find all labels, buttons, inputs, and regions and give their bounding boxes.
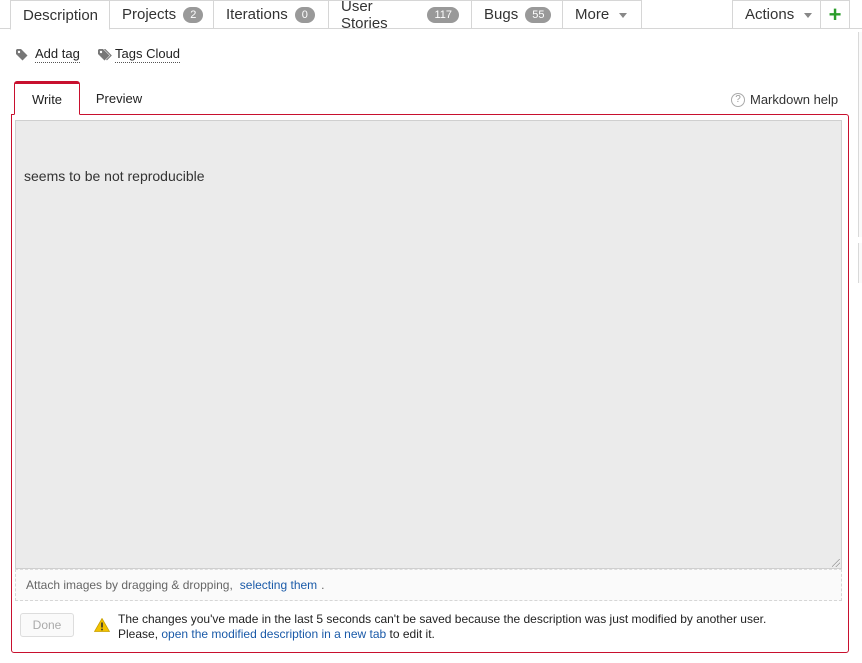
warning-suffix: to edit it.	[389, 627, 435, 641]
warning-prefix: Please,	[118, 627, 159, 641]
description-text: seems to be not reproducible	[24, 168, 205, 184]
markdown-help-link[interactable]: ? Markdown help	[731, 92, 838, 107]
tab-write[interactable]: Write	[14, 81, 80, 115]
actions-label: Actions	[745, 6, 795, 23]
tags-cloud-link[interactable]: Tags Cloud	[98, 46, 181, 63]
resize-handle-icon[interactable]	[832, 559, 840, 567]
done-button[interactable]: Done	[20, 613, 74, 637]
count-badge: 2	[183, 6, 204, 23]
tab-label: Description	[23, 6, 99, 24]
right-panel-edge	[858, 32, 862, 237]
tags-cloud-label: Tags Cloud	[115, 46, 181, 63]
question-circle-icon: ?	[731, 92, 745, 107]
tab-label: More	[575, 6, 610, 23]
tab-description[interactable]: Description	[10, 0, 110, 30]
tab-projects[interactable]: Projects 2	[109, 0, 214, 28]
caret-down-icon	[619, 13, 628, 18]
preview-tab-label: Preview	[95, 90, 143, 106]
warning-line-2: Please, open the modified description in…	[118, 627, 818, 642]
description-textarea[interactable]: seems to be not reproducible	[15, 120, 842, 569]
tab-more[interactable]: More	[562, 0, 642, 28]
tag-icon	[16, 48, 28, 60]
open-modified-description-link[interactable]: open the modified description in a new t…	[161, 627, 386, 641]
attach-end: .	[321, 578, 325, 592]
write-tab-label: Write	[31, 91, 63, 107]
tab-preview[interactable]: Preview	[86, 81, 152, 115]
add-tag-link[interactable]: Add tag	[16, 46, 80, 63]
tab-iterations[interactable]: Iterations 0	[213, 0, 329, 28]
attach-images-bar[interactable]: Attach images by dragging & dropping, se…	[15, 569, 842, 601]
caret-down-icon	[804, 13, 813, 18]
tab-bugs[interactable]: Bugs 55	[471, 0, 563, 28]
conflict-warning-message: The changes you've made in the last 5 se…	[118, 612, 818, 642]
tab-label: Projects	[122, 6, 177, 23]
count-badge: 0	[294, 6, 315, 23]
attach-text: Attach images by dragging & dropping,	[26, 578, 233, 592]
markdown-help-label: Markdown help	[750, 92, 839, 107]
tab-label: User Stories	[341, 0, 388, 32]
tags-icon	[98, 48, 112, 60]
actions-button[interactable]: Actions	[732, 0, 821, 28]
warning-triangle-icon	[94, 618, 110, 632]
selecting-them-link[interactable]: selecting them	[240, 578, 317, 592]
done-label: Done	[32, 618, 62, 632]
count-badge: 117	[427, 6, 459, 23]
tab-label: Bugs	[484, 6, 519, 23]
warning-line-1: The changes you've made in the last 5 se…	[118, 612, 767, 626]
count-badge: 55	[525, 6, 552, 23]
tab-bar-baseline	[0, 28, 862, 29]
tab-user-stories[interactable]: User Stories 117	[328, 0, 472, 32]
right-panel-edge	[858, 243, 862, 283]
add-tag-label: Add tag	[35, 46, 80, 63]
plus-icon: +	[828, 1, 842, 27]
add-button[interactable]: +	[820, 0, 850, 28]
tab-label: Iterations	[226, 6, 288, 23]
top-tab-bar: Description Projects 2 Iterations 0 User…	[0, 0, 862, 32]
